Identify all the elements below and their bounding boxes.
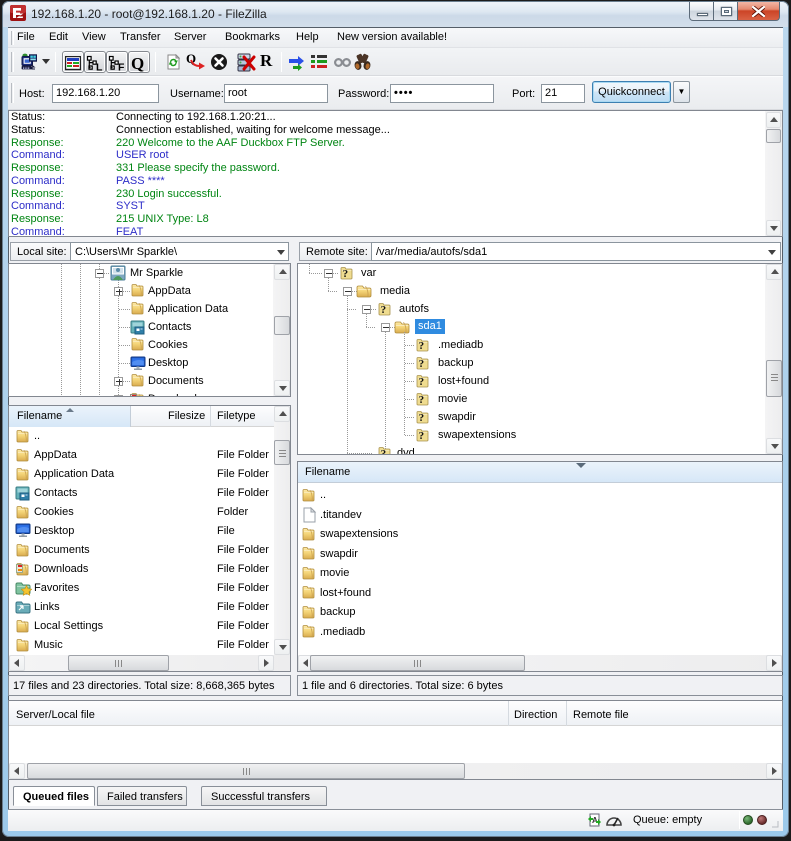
- svg-text:F: F: [118, 62, 125, 73]
- svg-text:L: L: [96, 62, 103, 73]
- svg-text:A: A: [592, 816, 598, 825]
